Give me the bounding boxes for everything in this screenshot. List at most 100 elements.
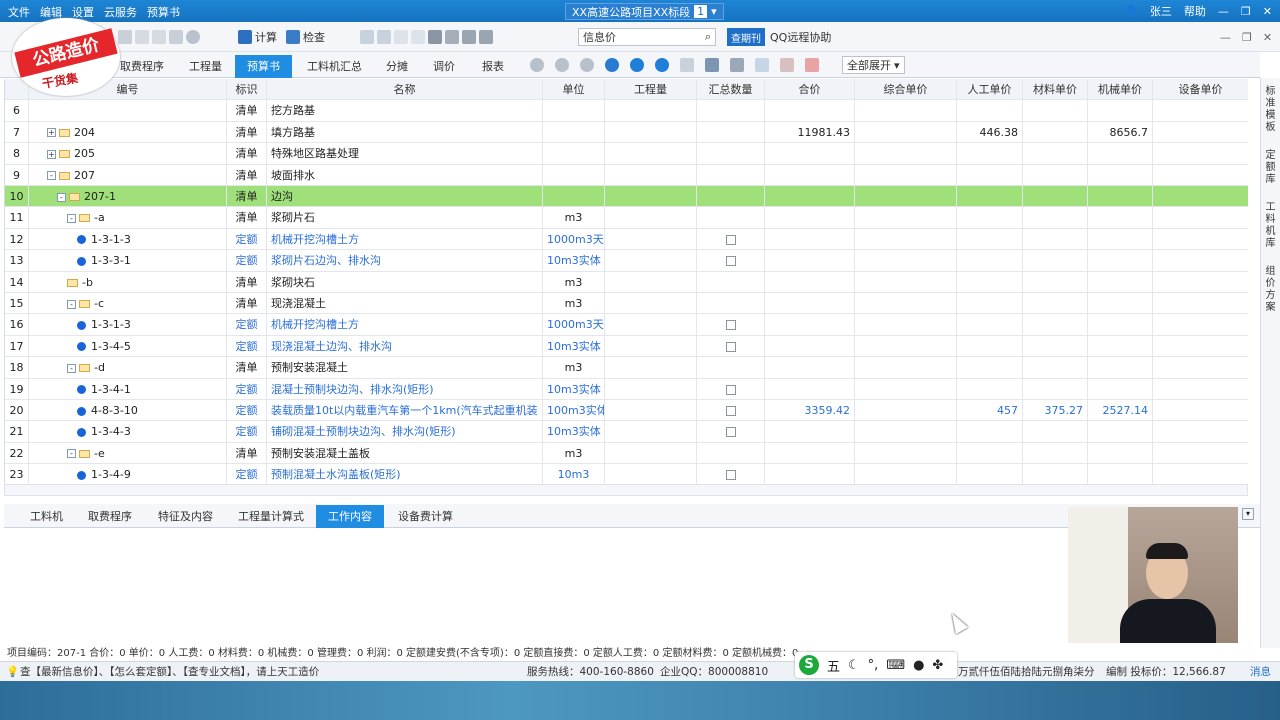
side-pricing-scheme[interactable]: 组价方案 — [1265, 258, 1277, 322]
cell-mach[interactable] — [1088, 357, 1153, 378]
cell-equip[interactable] — [1153, 229, 1248, 249]
side-quota-library[interactable]: 定额库 — [1265, 142, 1277, 194]
cell-qty[interactable] — [605, 271, 697, 292]
cell-mach[interactable] — [1088, 421, 1153, 442]
cell-total[interactable]: 11981.43 — [765, 121, 855, 143]
cell-equip[interactable] — [1153, 443, 1248, 463]
enter-icon[interactable] — [705, 58, 719, 72]
right-arrow-icon[interactable] — [411, 30, 425, 44]
cell-flag[interactable]: 定额 — [227, 421, 267, 442]
tab-report[interactable]: 报表 — [470, 55, 516, 78]
table-row[interactable]: 23 1-3-4-9 定额 预制混凝土水沟盖板(矩形) 10m3 — [5, 464, 1248, 484]
collapse-icon[interactable]: - — [57, 192, 66, 202]
cell-summary[interactable] — [697, 421, 765, 442]
cell-mat[interactable] — [1023, 228, 1088, 250]
cell-labor[interactable] — [957, 357, 1023, 378]
cell-total[interactable] — [765, 378, 855, 399]
cell-total[interactable] — [765, 186, 855, 207]
cell-equip[interactable] — [1153, 272, 1248, 292]
cell-qty[interactable] — [605, 378, 697, 399]
cell-equip[interactable] — [1153, 357, 1248, 377]
cell-code[interactable]: 1-3-4-5 — [29, 335, 227, 357]
cell-uprice[interactable] — [855, 357, 957, 378]
summary-checkbox[interactable] — [725, 256, 736, 267]
cell-name[interactable]: 预制安装混凝土盖板 — [267, 442, 543, 464]
cell-name[interactable]: 机械开挖沟槽土方 — [267, 314, 543, 335]
col-unit-price[interactable]: 综合单价 — [855, 79, 957, 100]
col-labor[interactable]: 人工单价 — [957, 79, 1023, 100]
cell-qty[interactable] — [605, 100, 697, 121]
cell-summary[interactable] — [697, 378, 765, 399]
table-row[interactable]: 13 1-3-3-1 定额 浆砌片石边沟、排水沟 10m3实体 — [5, 250, 1248, 272]
cell-uprice[interactable] — [855, 335, 957, 357]
cell-code[interactable]: - 207 — [29, 164, 227, 185]
cell-qty[interactable] — [605, 314, 697, 335]
cell-unit[interactable]: 100m3实体 — [543, 400, 605, 421]
cell-qty[interactable] — [605, 186, 697, 207]
cell-uprice[interactable] — [855, 378, 957, 399]
cell-uprice[interactable] — [855, 100, 957, 121]
moon-icon[interactable]: ☾ — [848, 658, 860, 673]
cell-code[interactable]: 1-3-3-1 — [29, 250, 227, 271]
cell-labor[interactable] — [957, 464, 1023, 484]
tab-allocation[interactable]: 分摊 — [374, 55, 420, 78]
cell-code[interactable]: 1-3-1-3 — [29, 314, 227, 335]
keyboard-icon[interactable]: ⌨ — [886, 658, 905, 673]
grid-icon[interactable] — [680, 58, 694, 72]
cell-qty[interactable] — [605, 250, 697, 271]
cell-labor[interactable] — [957, 143, 1023, 164]
cell-labor[interactable] — [957, 335, 1023, 357]
cell-flag[interactable]: 定额 — [227, 464, 267, 484]
cell-mach[interactable] — [1088, 314, 1153, 335]
cell-code[interactable]: 1-3-4-3 — [29, 421, 227, 442]
cell-mach[interactable] — [1088, 378, 1153, 399]
cell-mach[interactable] — [1088, 250, 1153, 271]
search-icon[interactable] — [186, 30, 200, 44]
cell-mat[interactable] — [1023, 121, 1088, 143]
cell-name[interactable]: 现浇混凝土边沟、排水沟 — [267, 335, 543, 357]
cell-summary[interactable] — [697, 250, 765, 271]
cell-equip[interactable] — [1153, 143, 1248, 163]
cell-flag[interactable]: 清单 — [227, 164, 267, 185]
cell-uprice[interactable] — [855, 442, 957, 464]
cell-qty[interactable] — [605, 357, 697, 378]
note-icon[interactable] — [462, 30, 476, 44]
collapse-icon[interactable]: ▾ — [1242, 508, 1254, 520]
cell-equip[interactable] — [1153, 379, 1248, 399]
cell-summary[interactable] — [697, 164, 765, 185]
cell-code[interactable]: - -e — [29, 442, 227, 464]
cell-flag[interactable]: 清单 — [227, 121, 267, 143]
rate2-icon[interactable] — [555, 58, 569, 72]
cell-unit[interactable]: 10m3实体 — [543, 250, 605, 271]
table-row[interactable]: 17 1-3-4-5 定额 现浇混凝土边沟、排水沟 10m3实体 — [5, 335, 1248, 358]
cell-uprice[interactable] — [855, 314, 957, 335]
cell-flag[interactable]: 清单 — [227, 207, 267, 228]
cell-mat[interactable] — [1023, 314, 1088, 335]
cell-qty[interactable] — [605, 164, 697, 185]
user-name[interactable]: 张三 — [1150, 3, 1172, 19]
paste-icon[interactable] — [169, 30, 183, 44]
col-quantity[interactable]: 工程量 — [605, 79, 697, 100]
table-row[interactable]: 19 1-3-4-1 定额 混凝土预制块边沟、排水沟(矩形) 10m3实体 — [5, 378, 1248, 400]
cell-equip[interactable] — [1153, 336, 1248, 356]
cell-mat[interactable] — [1023, 143, 1088, 164]
cell-qty[interactable] — [605, 121, 697, 143]
collapse-icon[interactable]: - — [67, 363, 76, 373]
cell-mat[interactable] — [1023, 442, 1088, 464]
cell-unit[interactable] — [543, 186, 605, 207]
cell-labor[interactable]: 457 — [957, 400, 1023, 421]
cell-total[interactable] — [765, 335, 855, 357]
table-row-selected[interactable]: 10 - 207-1 清单 边沟 — [5, 186, 1248, 208]
cell-unit[interactable]: 1000m3天... — [543, 314, 605, 335]
cell-mach[interactable] — [1088, 100, 1153, 121]
cell-uprice[interactable] — [855, 250, 957, 271]
cell-unit[interactable]: 1000m3天... — [543, 228, 605, 250]
cell-uprice[interactable] — [855, 293, 957, 314]
cell-summary[interactable] — [697, 271, 765, 292]
cell-mat[interactable]: 375.27 — [1023, 400, 1088, 421]
cell-name[interactable]: 特殊地区路基处理 — [267, 143, 543, 164]
cell-code[interactable]: 1-3-1-3 — [29, 228, 227, 250]
cell-mach[interactable]: 2527.14 — [1088, 400, 1153, 421]
cell-flag[interactable]: 清单 — [227, 271, 267, 292]
minimize-icon[interactable]: — — [1218, 5, 1229, 18]
